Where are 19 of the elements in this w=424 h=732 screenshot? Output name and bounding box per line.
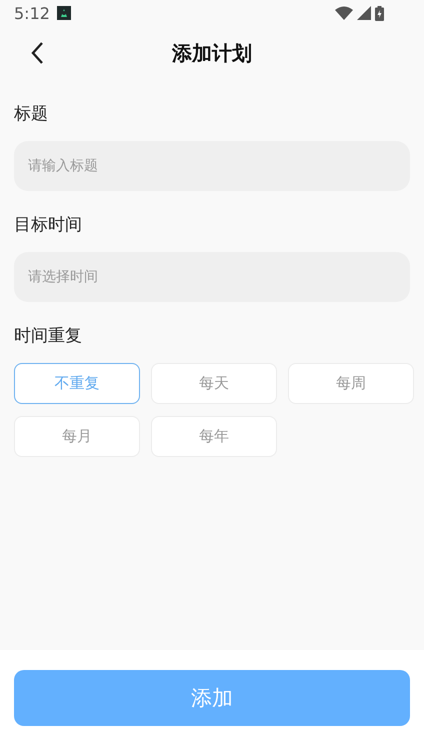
wifi-icon [335,6,353,20]
add-button[interactable]: 添加 [14,670,410,726]
repeat-option[interactable]: 每月 [14,416,140,457]
signal-icon [357,6,371,20]
field-label: 标题 [14,103,49,125]
app-notification-icon [56,6,71,20]
field-label: 目标时间 [14,214,83,236]
repeat-option[interactable]: 每年 [151,416,277,457]
repeat-option[interactable]: 每周 [288,363,414,404]
status-time: 5:12 [14,4,50,22]
page-title: 添加计划 [172,40,252,66]
input-field[interactable]: 请选择时间 [14,252,410,302]
input-field[interactable]: 请输入标题 [14,141,410,191]
section-label: 时间重复 [14,325,83,347]
repeat-option[interactable]: 每天 [151,363,277,404]
repeat-option[interactable]: 不重复 [14,363,140,404]
battery-icon [375,6,384,20]
back-icon [30,41,44,65]
back-button[interactable] [30,41,44,65]
